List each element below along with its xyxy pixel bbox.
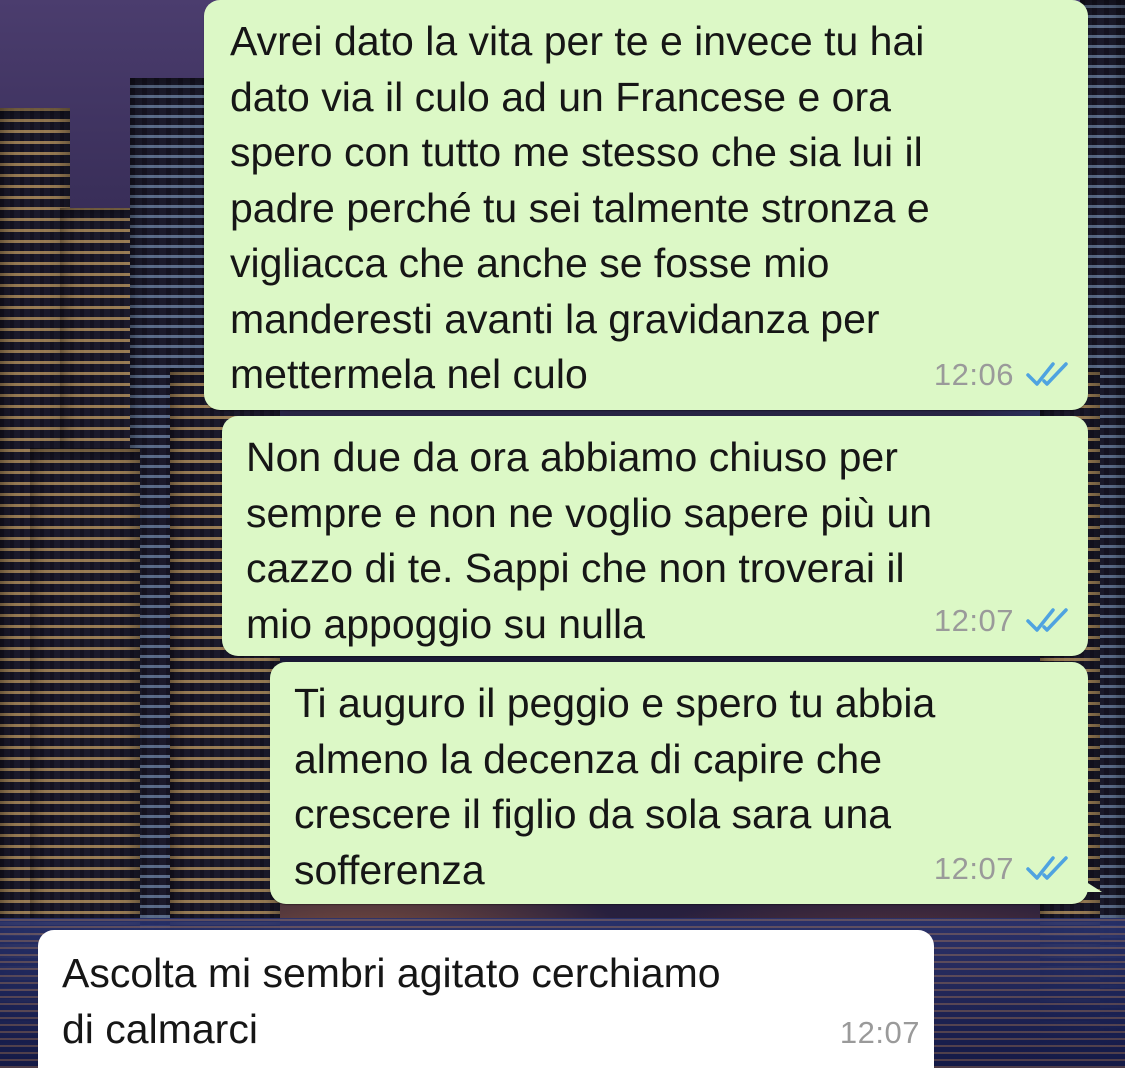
message-meta: 12:07: [840, 1005, 920, 1061]
message-bubble-outgoing[interactable]: Avrei dato la vita per te e invece tu ha…: [204, 0, 1088, 410]
message-bubble-incoming[interactable]: Ascolta mi sembri agitato cerchiamo di c…: [38, 930, 934, 1068]
message-text: Avrei dato la vita per te e invece tu ha…: [230, 18, 930, 397]
chat-messages: Avrei dato la vita per te e invece tu ha…: [0, 0, 1125, 1068]
double-check-read-icon: [1026, 608, 1068, 632]
double-check-read-icon: [1026, 362, 1068, 386]
message-meta: 12:06: [934, 347, 1072, 403]
message-time: 12:07: [933, 602, 1014, 638]
message-time: 12:06: [933, 356, 1014, 392]
double-check-read-icon: [1026, 856, 1068, 880]
message-meta: 12:07: [934, 593, 1072, 649]
message-time: 12:07: [933, 850, 1014, 886]
message-meta: 12:07: [934, 841, 1072, 897]
bubble-tail: [1080, 878, 1102, 892]
message-time: 12:07: [839, 1014, 920, 1050]
message-bubble-outgoing[interactable]: Non due da ora abbiamo chiuso per sempre…: [222, 416, 1088, 656]
message-bubble-outgoing[interactable]: Ti auguro il peggio e spero tu abbia alm…: [270, 662, 1102, 904]
message-text: Ascolta mi sembri agitato cerchiamo di c…: [62, 950, 721, 1052]
